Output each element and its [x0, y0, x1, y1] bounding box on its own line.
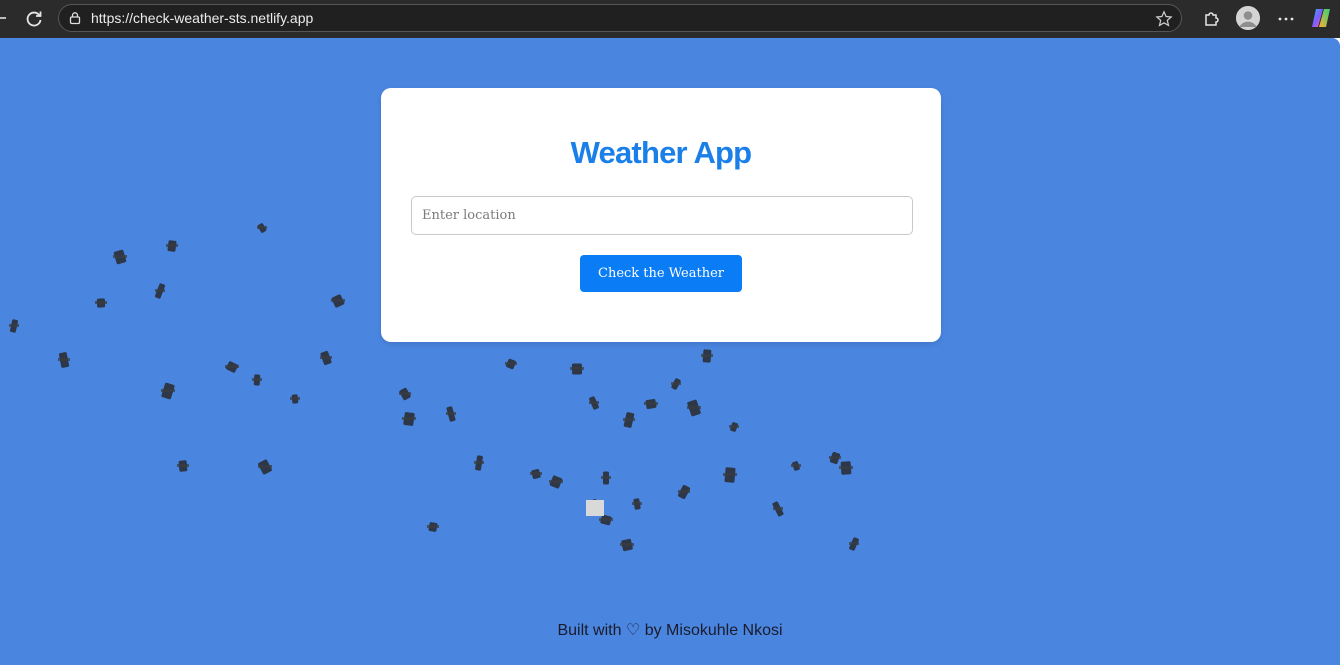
location-input[interactable] — [411, 196, 913, 235]
bird-silhouette — [849, 537, 859, 551]
check-weather-button[interactable]: Check the Weather — [580, 255, 742, 292]
footer-credit: Built with ♡ by Misokuhle Nkosi — [557, 622, 783, 639]
bird-silhouette — [399, 387, 411, 401]
bird-silhouette — [701, 349, 713, 363]
weather-card: Weather App Check the Weather — [381, 88, 941, 342]
bird-silhouette — [177, 460, 189, 472]
bird-silhouette — [586, 500, 604, 516]
browser-toolbar: https://check-weather-sts.netlify.app — [0, 0, 1340, 38]
bird-silhouette — [257, 223, 267, 233]
bird-silhouette — [530, 468, 542, 480]
bird-silhouette — [687, 399, 701, 417]
bird-silhouette — [505, 358, 517, 370]
lock-icon[interactable] — [67, 10, 83, 26]
bird-silhouette — [427, 522, 439, 532]
bird-silhouette — [589, 396, 599, 410]
back-button-edge[interactable] — [0, 17, 6, 19]
reload-icon[interactable] — [20, 5, 48, 33]
bird-silhouette — [95, 298, 107, 308]
bird-silhouette — [474, 455, 484, 471]
bird-silhouette — [671, 378, 681, 390]
favorite-star-icon[interactable] — [1155, 10, 1173, 28]
bird-silhouette — [252, 374, 262, 386]
page-background: Weather App Check the Weather Built with… — [0, 38, 1340, 665]
bird-silhouette — [331, 294, 345, 308]
app-title: Weather App — [570, 135, 752, 170]
bird-silhouette — [839, 461, 853, 475]
bird-silhouette — [570, 363, 584, 375]
bird-silhouette — [161, 382, 175, 400]
bird-silhouette — [258, 459, 272, 475]
bird-silhouette — [791, 461, 801, 471]
bird-silhouette — [644, 398, 658, 410]
bird-silhouette — [829, 451, 841, 465]
bird-silhouette — [9, 319, 19, 333]
bird-silhouette — [225, 361, 239, 373]
copilot-icon[interactable] — [1309, 6, 1333, 30]
bird-silhouette — [723, 467, 737, 483]
bird-silhouette — [154, 283, 166, 299]
bird-silhouette — [113, 249, 127, 265]
bird-silhouette — [402, 412, 416, 426]
bird-silhouette — [772, 501, 784, 517]
bird-silhouette — [620, 538, 634, 552]
more-menu-icon[interactable] — [1272, 5, 1300, 33]
bird-silhouette — [446, 406, 456, 422]
extensions-icon[interactable] — [1197, 5, 1225, 33]
bird-silhouette — [58, 352, 70, 368]
bird-silhouette — [623, 412, 635, 428]
url-text[interactable]: https://check-weather-sts.netlify.app — [91, 10, 313, 26]
bird-silhouette — [166, 240, 178, 252]
address-bar[interactable]: https://check-weather-sts.netlify.app — [58, 4, 1182, 32]
bird-silhouette — [601, 471, 611, 485]
bird-silhouette — [632, 498, 642, 510]
bird-silhouette — [599, 514, 613, 526]
profile-avatar-icon[interactable] — [1236, 6, 1260, 30]
bird-silhouette — [290, 394, 300, 404]
bird-silhouette — [677, 484, 691, 500]
bird-silhouette — [549, 475, 563, 489]
bird-silhouette — [320, 350, 332, 366]
bird-silhouette — [729, 422, 739, 432]
